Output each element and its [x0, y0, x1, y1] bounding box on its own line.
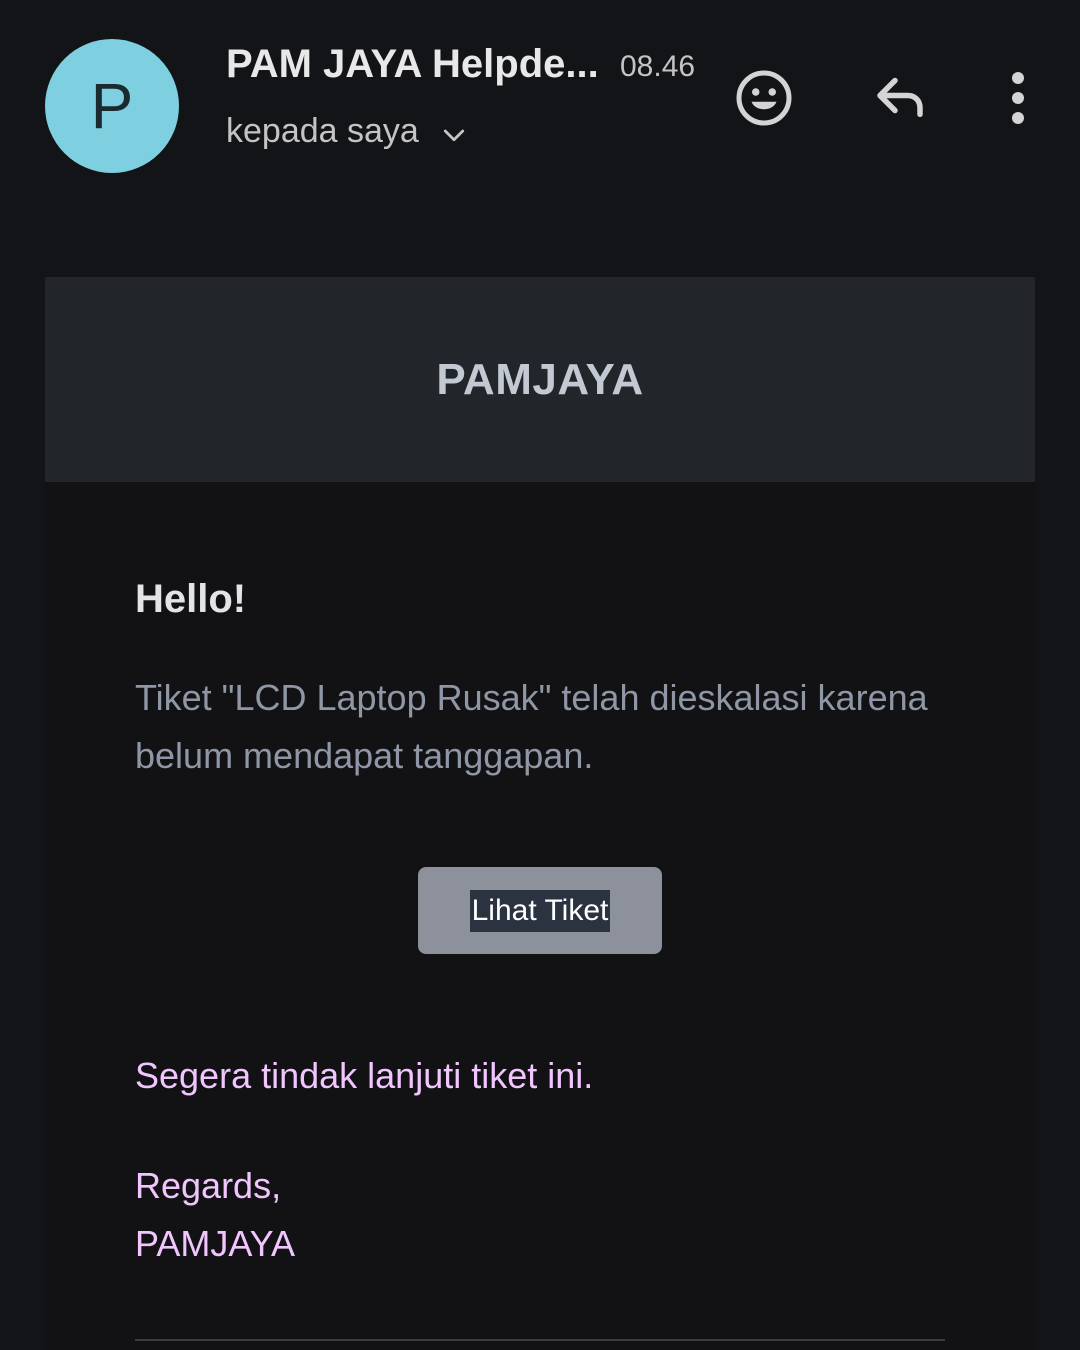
brand-title: PAMJAYA [436, 354, 644, 404]
sender-avatar[interactable]: P [45, 39, 179, 173]
reply-icon [877, 77, 923, 117]
view-ticket-button[interactable]: Lihat Tiket [418, 867, 662, 954]
recipient-label: kepada saya [226, 112, 419, 150]
avatar-letter: P [90, 70, 134, 142]
message-text: Tiket "LCD Laptop Rusak" telah dieskalas… [135, 677, 928, 776]
signoff: Regards, PAMJAYA [135, 1157, 295, 1273]
signature-name: PAMJAYA [135, 1223, 296, 1264]
more-options-button[interactable] [990, 64, 1046, 132]
add-reaction-button[interactable] [730, 64, 798, 132]
reply-button[interactable] [866, 64, 934, 132]
more-vert-icon [1012, 72, 1024, 124]
recipient-details-toggle[interactable]: kepada saya [226, 112, 469, 151]
email-header: P PAM JAYA Helpde... 08.46 kepada saya [0, 0, 1080, 230]
email-body: PAMJAYA Hello! Tiket "LCD Laptop Rusak" … [45, 277, 1035, 1350]
divider [135, 1339, 945, 1341]
view-ticket-label: Lihat Tiket [469, 889, 611, 932]
sender-name: PAM JAYA Helpde... [226, 42, 599, 86]
received-time: 08.46 [620, 50, 696, 83]
regards-line: Regards, [135, 1165, 282, 1206]
emoji-reaction-icon [736, 70, 792, 126]
chevron-down-icon [443, 129, 464, 141]
email-banner: PAMJAYA [45, 277, 1035, 482]
action-text: Segera tindak lanjuti tiket ini. [135, 1055, 594, 1096]
greeting-heading: Hello! [135, 577, 247, 621]
